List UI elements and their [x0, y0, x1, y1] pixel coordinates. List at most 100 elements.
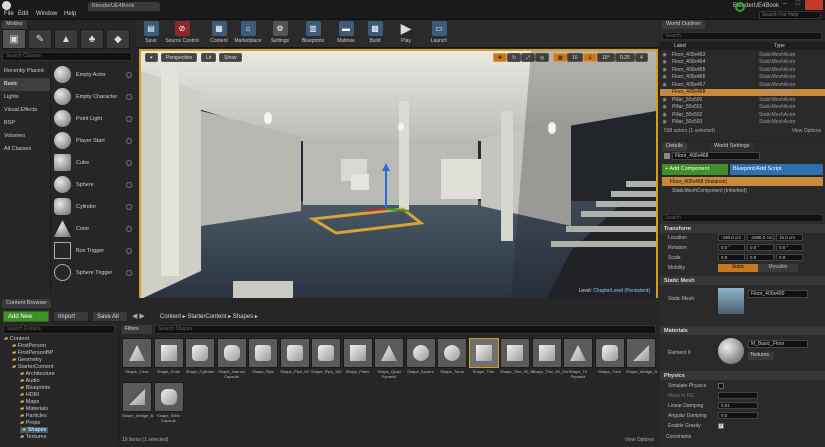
folder-tree-item[interactable]: ▰ FirstPerson	[12, 343, 46, 349]
content-button[interactable]: ▦ Content	[207, 21, 231, 47]
static-mesh-dropdown[interactable]: Floor_400x400	[748, 290, 808, 298]
transform-section[interactable]: Transform	[660, 224, 825, 233]
folder-tree-item[interactable]: ▰ Particles	[20, 413, 47, 419]
outliner-row[interactable]: ◉ Floor_400x468 StaticMeshActor	[660, 88, 825, 96]
settings-button[interactable]: ⚙ Settings	[267, 21, 293, 47]
category-recently-placed[interactable]: Recently Placed	[0, 65, 50, 78]
visibility-eye-icon[interactable]: ◉	[660, 97, 669, 103]
place-sphere[interactable]: Sphere	[51, 174, 135, 195]
visibility-eye-icon[interactable]: ◉	[660, 82, 669, 88]
constraints-label[interactable]: Constraints	[666, 434, 691, 440]
asset-tile[interactable]: Shape_Cube	[153, 338, 184, 378]
level-tab[interactable]: BlenderUE4Book	[88, 2, 160, 11]
visibility-eye-icon[interactable]: ◉	[660, 59, 669, 65]
menu-edit[interactable]: Edit	[18, 11, 28, 17]
folder-tree-item[interactable]: ▰ Textures	[20, 434, 46, 440]
asset-tile[interactable]: Shape_Quad Pyramid	[374, 338, 404, 379]
paint-mode-icon[interactable]: ✎	[28, 29, 52, 49]
matinee-button[interactable]: ▬ Matinee	[333, 21, 359, 47]
build-button[interactable]: ▩ Build	[364, 21, 386, 47]
asset-tile[interactable]: Shape_Pipe_180	[311, 338, 342, 378]
visibility-eye-icon[interactable]: ◉	[660, 74, 669, 80]
asset-tile[interactable]: Shape_Wedge_B	[122, 382, 153, 422]
location-y[interactable]: -2380.0 cm	[747, 234, 774, 241]
add-new-button[interactable]: Add New	[3, 311, 49, 322]
category-visual-effects[interactable]: Visual Effects	[0, 104, 50, 117]
scale-z[interactable]: 0.9	[776, 254, 803, 261]
outliner-row[interactable]: ◉ Pillar_50x501 StaticMeshActor	[660, 104, 825, 111]
rotation-snap-value[interactable]: 10°	[597, 53, 615, 62]
view-options-button[interactable]: View Options	[792, 128, 821, 134]
place-point-light[interactable]: Point Light	[51, 108, 135, 129]
textures-button[interactable]: Textures	[748, 352, 774, 360]
world-outliner-tab[interactable]: World Outliner	[662, 20, 706, 29]
search-folders-input[interactable]: Search Folders	[3, 325, 115, 334]
asset-tile[interactable]: Shape_Wedge_A	[626, 338, 657, 378]
asset-tile[interactable]: Shape_Sphere	[405, 338, 436, 378]
filters-button[interactable]: Filters	[122, 325, 152, 334]
asset-tile[interactable]: Shape_Wide Capsule	[153, 382, 184, 423]
translate-tool-icon[interactable]: ✥	[493, 53, 508, 62]
import-button[interactable]: Import	[53, 311, 89, 322]
physics-section[interactable]: Physics	[660, 371, 825, 380]
materials-section[interactable]: Materials	[660, 326, 825, 335]
view-options-button[interactable]: View Options	[625, 437, 654, 443]
close-window-icon[interactable]	[805, 0, 823, 10]
scale-y[interactable]: 0.9	[747, 254, 774, 261]
instance-row[interactable]: Floor_400x468 (Instance)	[662, 177, 823, 186]
folder-tree-item[interactable]: ▰ Geometry	[12, 357, 42, 363]
breadcrumb-starter-content[interactable]: StarterContent	[187, 314, 226, 320]
asset-tile[interactable]: Shape_Cylinder	[185, 338, 215, 378]
asset-tile[interactable]: Shape_Trim	[468, 338, 499, 378]
asset-tile[interactable]: Shape_Cone	[122, 338, 152, 378]
marketplace-button[interactable]: ⌂ Marketplace	[233, 21, 263, 47]
viewport-options-icon[interactable]: ▾	[145, 53, 158, 62]
place-sphere-trigger[interactable]: Sphere Trigger	[51, 262, 135, 283]
maximize-icon[interactable]: □	[792, 0, 804, 10]
world-settings-tab[interactable]: World Settings	[710, 142, 754, 151]
visibility-eye-icon[interactable]: ◉	[660, 52, 669, 58]
folder-tree-item[interactable]: ▰ HDRI	[20, 392, 39, 398]
asset-tile[interactable]: Shape_Trim_90_In	[500, 338, 534, 378]
nav-arrows-icon[interactable]: ◀ ▶	[132, 312, 145, 320]
label-column-header[interactable]: Label	[674, 43, 686, 49]
foliage-mode-icon[interactable]: ♣	[80, 29, 104, 49]
location-z[interactable]: 15.0 cm	[776, 234, 803, 241]
rotation-snap-icon[interactable]: ∠	[583, 53, 598, 62]
grid-snap-icon[interactable]: ▦	[553, 53, 568, 62]
scale-x[interactable]: 0.9	[718, 254, 745, 261]
folder-tree-item[interactable]: ▰ Blueprints	[20, 385, 50, 391]
outliner-row[interactable]: ◉ Floor_400x463 StaticMeshActor	[660, 51, 825, 58]
asset-tile[interactable]: Shape_Pipe_90	[279, 338, 310, 378]
outliner-row[interactable]: ◉ Pillar_50x502 StaticMeshActor	[660, 111, 825, 118]
component-row[interactable]: StaticMeshComponent (Inherited)	[672, 188, 747, 194]
visibility-eye-icon[interactable]: ◉	[660, 104, 669, 110]
launch-button[interactable]: ▭ Launch	[427, 21, 451, 47]
mobility-movable-button[interactable]: Movable	[758, 264, 798, 272]
outliner-row[interactable]: ◉ Floor_400x465 StaticMeshActor	[660, 66, 825, 73]
visibility-eye-icon[interactable]: ◉	[660, 67, 669, 73]
outliner-row[interactable]: ◉ Pillar_50x503 StaticMeshActor	[660, 119, 825, 126]
category-bsp[interactable]: BSP	[0, 117, 50, 130]
outliner-row[interactable]: ◉ Floor_400x466 StaticMeshActor	[660, 74, 825, 81]
outliner-row[interactable]: ◉ Floor_400x467 StaticMeshActor	[660, 81, 825, 88]
folder-tree-item[interactable]: ▰ Maps	[20, 399, 39, 405]
visibility-eye-icon[interactable]: ◉	[660, 89, 669, 95]
rotation-x[interactable]: 0.0 °	[718, 244, 745, 251]
folder-tree-item[interactable]: ▰ Audio	[20, 378, 40, 384]
folder-tree-item[interactable]: ▰ FirstPersonBP	[12, 350, 53, 356]
simulate-physics-checkbox[interactable]	[718, 383, 724, 389]
menu-help[interactable]: Help	[64, 11, 76, 17]
search-help-input[interactable]: Search For Help	[759, 11, 821, 19]
add-component-button[interactable]: + Add Component	[662, 164, 728, 175]
world-local-icon[interactable]: ◎	[535, 53, 550, 62]
place-box-trigger[interactable]: Box Trigger	[51, 240, 135, 261]
asset-tile[interactable]: Shape_Trim_90_Out	[531, 338, 568, 378]
menu-window[interactable]: Window	[36, 11, 57, 17]
category-lights[interactable]: Lights	[0, 91, 50, 104]
asset-tile[interactable]: Shape_Pipe	[248, 338, 278, 378]
breadcrumb-content[interactable]: Content	[160, 314, 181, 320]
menu-file[interactable]: File	[4, 11, 14, 17]
content-browser-tab[interactable]: Content Browser	[2, 299, 51, 308]
folder-tree-item[interactable]: ▰ Content	[4, 336, 29, 342]
